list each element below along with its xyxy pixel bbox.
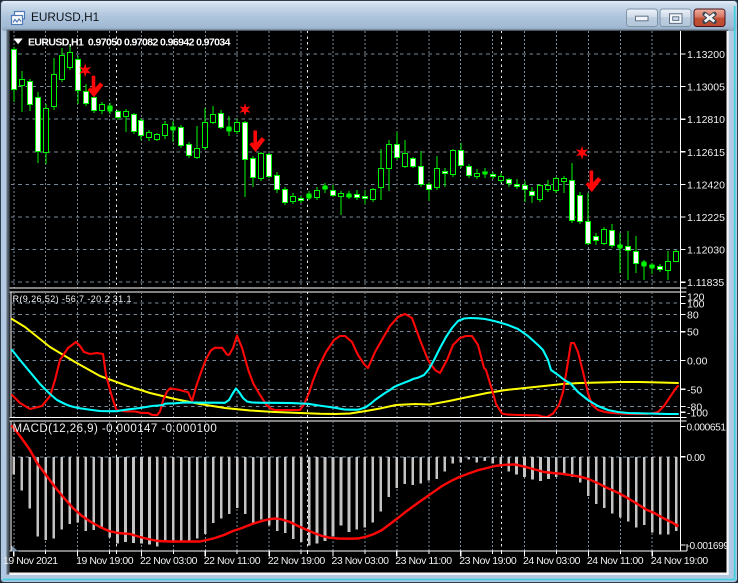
svg-text:23 Nov 11:00: 23 Nov 11:00 [395,555,452,567]
svg-text:22 Nov 19:00: 22 Nov 19:00 [268,555,326,567]
svg-text:MACD(12,26,9) -0.000147 -0.000: MACD(12,26,9) -0.000147 -0.000100 [13,423,218,435]
svg-text:1.12030: 1.12030 [687,245,725,257]
svg-text:0.000651: 0.000651 [687,423,727,434]
svg-text:R(9,26,52) -56.7 -20.2 31.1: R(9,26,52) -56.7 -20.2 31.1 [13,294,132,304]
svg-text:1.12810: 1.12810 [687,114,725,126]
svg-text:1.11835: 1.11835 [687,277,724,289]
svg-text:24 Nov 19:00: 24 Nov 19:00 [651,555,709,567]
svg-text:EURUSD,H1 0.97050 0.97082 0.9: EURUSD,H1 0.97050 0.97082 0.96942 0.9703… [28,37,231,49]
svg-text:19 Nov 19:00: 19 Nov 19:00 [76,555,134,567]
svg-text:1.12420: 1.12420 [687,179,725,191]
svg-text:80: 80 [687,309,699,321]
svg-text:22 Nov 11:00: 22 Nov 11:00 [204,555,261,567]
svg-text:-50: -50 [687,384,702,396]
svg-text:0.00: 0.00 [687,356,708,368]
svg-text:0.00: 0.00 [687,453,706,464]
svg-text:1.12225: 1.12225 [687,212,725,224]
svg-text:24 Nov 11:00: 24 Nov 11:00 [587,555,644,567]
svg-text:1.13200: 1.13200 [687,49,725,61]
svg-text:22 Nov 03:00: 22 Nov 03:00 [140,555,198,567]
svg-text:-100: -100 [687,407,708,419]
svg-text:19 Nov 2021: 19 Nov 2021 [3,555,58,567]
svg-text:23 Nov 19:00: 23 Nov 19:00 [459,555,517,567]
svg-text:24 Nov 03:00: 24 Nov 03:00 [523,555,581,567]
svg-text:1.13005: 1.13005 [687,82,725,94]
svg-text:50: 50 [687,327,699,339]
svg-text:1.12615: 1.12615 [687,147,725,159]
svg-text:23 Nov 03:00: 23 Nov 03:00 [332,555,390,567]
svg-text:EURUSD,H1: EURUSD,H1 [31,10,99,24]
svg-text:-0.001699: -0.001699 [687,541,730,552]
